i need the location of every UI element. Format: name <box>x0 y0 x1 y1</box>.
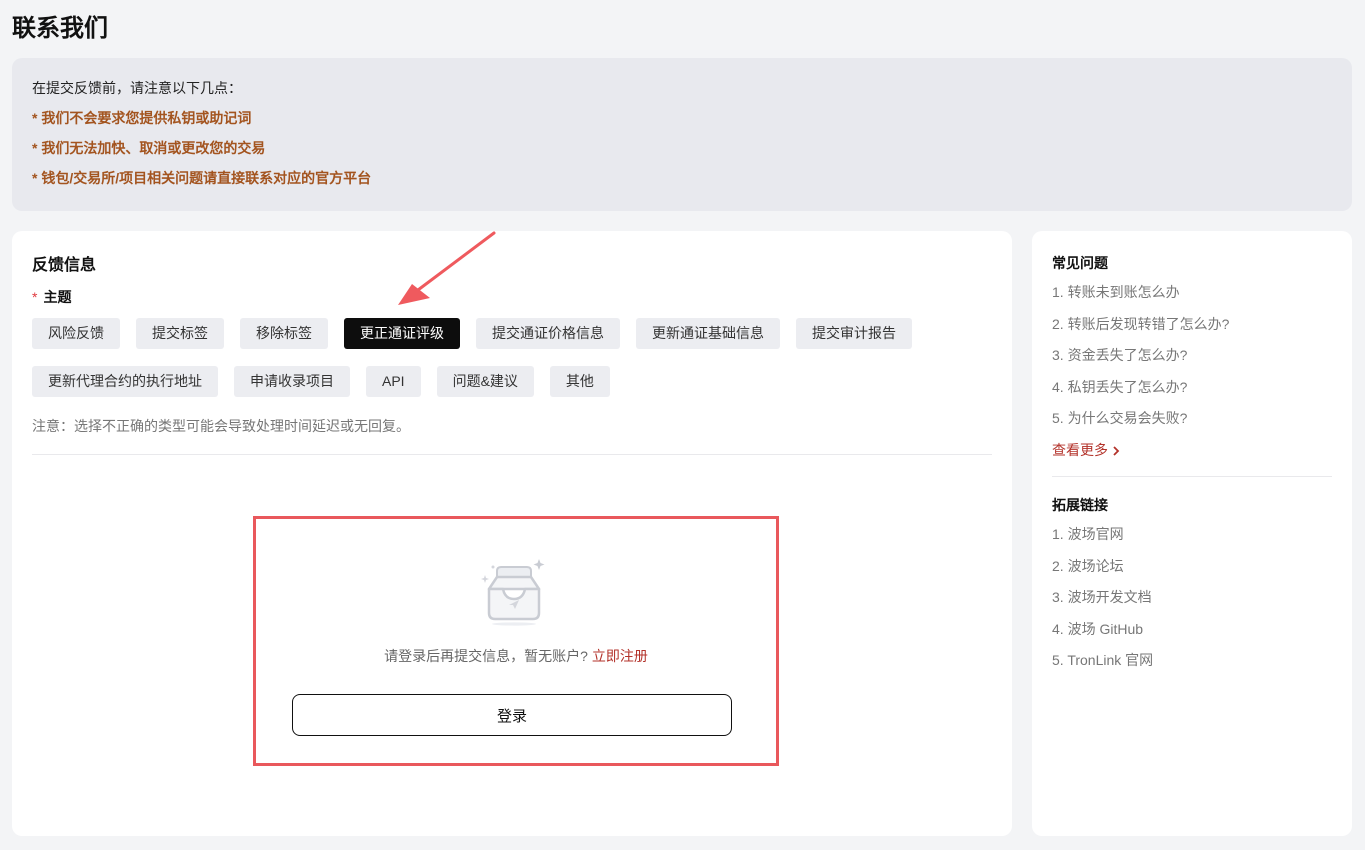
login-message-text: 请登录后再提交信息，暂无账户? <box>384 648 588 664</box>
notice-intro: 在提交反馈前，请注意以下几点： <box>32 80 242 96</box>
login-button[interactable]: 登录 <box>292 694 732 736</box>
topic-tip: 注意：选择不正确的类型可能会导致处理时间延迟或无回复。 <box>32 418 410 434</box>
notice-item: * 我们不会要求您提供私钥或助记词 <box>32 110 252 126</box>
external-link[interactable]: 2. 波场论坛 <box>1052 556 1153 588</box>
topic-tag-api[interactable]: API <box>366 366 421 397</box>
external-link[interactable]: 1. 波场官网 <box>1052 524 1153 556</box>
sidebar-divider <box>1052 476 1332 477</box>
notice-panel: 在提交反馈前，请注意以下几点： * 我们不会要求您提供私钥或助记词 * 我们无法… <box>12 58 1352 211</box>
topic-tag-submit-label[interactable]: 提交标签 <box>136 318 224 349</box>
page-title: 联系我们 <box>12 15 108 42</box>
notice-item: * 我们无法加快、取消或更改您的交易 <box>32 140 266 156</box>
faq-link[interactable]: 1. 转账未到账怎么办 <box>1052 282 1229 314</box>
divider <box>32 454 992 455</box>
register-link[interactable]: 立即注册 <box>592 648 648 664</box>
faq-link[interactable]: 5. 为什么交易会失败? <box>1052 408 1229 440</box>
topic-tag-correct-token-rating[interactable]: 更正通证评级 <box>344 318 460 349</box>
topic-tag-apply-listing[interactable]: 申请收录项目 <box>234 366 350 397</box>
topic-tag-update-proxy-address[interactable]: 更新代理合约的执行地址 <box>32 366 218 397</box>
external-link[interactable]: 3. 波场开发文档 <box>1052 587 1153 619</box>
view-more-link[interactable]: 查看更多 <box>1052 440 1120 460</box>
topic-tags-row-1: 风险反馈 提交标签 移除标签 更正通证评级 提交通证价格信息 更新通证基础信息 … <box>32 318 912 349</box>
topic-tag-submit-audit-report[interactable]: 提交审计报告 <box>796 318 912 349</box>
login-message: 请登录后再提交信息，暂无账户? 立即注册 <box>256 646 776 666</box>
faq-link[interactable]: 3. 资金丢失了怎么办? <box>1052 345 1229 377</box>
external-link[interactable]: 4. 波场 GitHub <box>1052 619 1153 651</box>
links-list: 1. 波场官网 2. 波场论坛 3. 波场开发文档 4. 波场 GitHub 5… <box>1052 524 1153 682</box>
sidebar-card: 常见问题 1. 转账未到账怎么办 2. 转账后发现转错了怎么办? 3. 资金丢失… <box>1032 231 1352 836</box>
faq-link[interactable]: 2. 转账后发现转错了怎么办? <box>1052 314 1229 346</box>
topic-label: * 主题 <box>32 287 71 307</box>
feedback-card: 反馈信息 * 主题 风险反馈 提交标签 移除标签 更正通证评级 提交通证价格信息 … <box>12 231 1012 836</box>
feedback-title: 反馈信息 <box>32 257 97 274</box>
view-more-label: 查看更多 <box>1052 442 1108 458</box>
login-prompt-box: 请登录后再提交信息，暂无账户? 立即注册 登录 <box>253 516 779 766</box>
empty-box-icon <box>481 559 545 626</box>
topic-tag-questions-suggestions[interactable]: 问题&建议 <box>436 366 534 397</box>
faq-list: 1. 转账未到账怎么办 2. 转账后发现转错了怎么办? 3. 资金丢失了怎么办?… <box>1052 282 1229 440</box>
links-title: 拓展链接 <box>1052 497 1108 513</box>
topic-tag-risk-feedback[interactable]: 风险反馈 <box>32 318 120 349</box>
notice-item: * 钱包/交易所/项目相关问题请直接联系对应的官方平台 <box>32 170 372 186</box>
external-link[interactable]: 5. TronLink 官网 <box>1052 650 1153 682</box>
topic-tag-other[interactable]: 其他 <box>549 366 610 397</box>
faq-link[interactable]: 4. 私钥丢失了怎么办? <box>1052 377 1229 409</box>
topic-label-text: 主题 <box>43 289 72 305</box>
topic-tag-update-token-info[interactable]: 更新通证基础信息 <box>636 318 780 349</box>
topic-tag-remove-label[interactable]: 移除标签 <box>240 318 328 349</box>
required-mark: * <box>32 289 38 305</box>
faq-title: 常见问题 <box>1052 255 1108 271</box>
chevron-right-icon <box>1113 446 1120 456</box>
topic-tags-row-2: 更新代理合约的执行地址 申请收录项目 API 问题&建议 其他 <box>32 366 610 397</box>
topic-tag-submit-token-price[interactable]: 提交通证价格信息 <box>476 318 620 349</box>
